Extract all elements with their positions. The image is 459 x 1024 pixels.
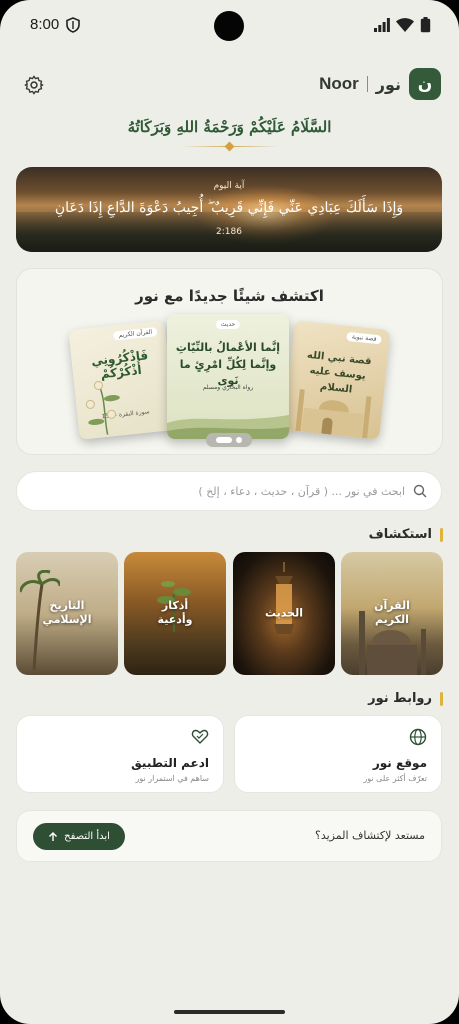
explore-more-banner: مستعد لإكتشاف المزيد؟ ابدأ التصفح [16, 810, 442, 862]
hadith-card-source: رواه البخاري ومسلم [202, 384, 254, 391]
website-link-card[interactable]: موقع نور تعرّف أكثر على نور [234, 715, 442, 793]
support-link-subtitle: ساهم في استمرار نور [135, 774, 210, 783]
verse-text: وَإِذَا سَأَلَكَ عِبَادِي عَنِّي فَإِنِّ… [54, 200, 404, 216]
tile-history[interactable]: التاريخ الإسلامي [16, 552, 118, 675]
section-accent-bar [440, 527, 443, 542]
discover-carousel[interactable]: اكتشف شيئًا جديدًا مع نور القرآن الكريم … [16, 268, 443, 455]
search-icon [413, 484, 427, 498]
quran-card[interactable]: القرآن الكريم فَاذْكُرُونِي أَذْكُرْكُمْ… [68, 320, 176, 440]
explore-title-text: استكشاف [368, 527, 432, 542]
website-link-subtitle: تعرّف أكثر على نور [363, 774, 427, 783]
discover-title: اكتشف شيئًا جديدًا مع نور [135, 287, 324, 305]
tile-adhkar-label: أذكار وأدعية [157, 598, 193, 627]
links-title-text: روابط نور [368, 691, 432, 706]
tile-hadith-label: الحديث [265, 606, 303, 620]
app-logo: ن [409, 68, 441, 100]
globe-icon [409, 728, 427, 746]
battery-icon [420, 17, 431, 33]
tile-hadith[interactable]: الحديث [233, 552, 335, 675]
settings-gear-icon[interactable] [23, 74, 45, 96]
pager-dot-active [216, 437, 232, 443]
pager-dot [236, 437, 242, 443]
status-bar: 8:00 [0, 0, 459, 52]
section-accent-bar [440, 691, 443, 706]
brand-name-ar: نور [375, 74, 401, 94]
story-card-tag: قصة نبوية [346, 331, 382, 345]
shield-icon [66, 17, 80, 33]
home-indicator[interactable] [174, 1010, 285, 1014]
explore-more-text: مستعد لإكتشاف المزيد؟ [314, 829, 425, 842]
camera-cutout [214, 11, 244, 41]
signal-icon [374, 18, 390, 32]
greeting-text: السَّلَامُ عَلَيْكُمْ وَرَحْمَةُ اللهِ و… [127, 118, 332, 136]
brand-divider [366, 76, 368, 92]
status-time: 8:00 [30, 16, 60, 33]
start-browsing-label: ابدأ التصفح [64, 831, 110, 842]
carousel-pager[interactable] [206, 433, 252, 447]
prophet-story-card[interactable]: قصة نبوية قصة نبي الله يوسف عليه السلام [283, 320, 391, 440]
hadith-card[interactable]: حديث إنَّما الأعْمالُ بالنِّيّاتِ وإنَّم… [167, 314, 289, 439]
links-section-title: روابط نور [368, 691, 443, 706]
start-browsing-button[interactable]: ابدأ التصفح [33, 823, 125, 850]
hadith-card-tag: حديث [215, 320, 241, 329]
verse-of-day-card[interactable]: آية اليوم وَإِذَا سَأَلَكَ عِبَادِي عَنِ… [16, 167, 442, 252]
quran-card-tag: القرآن الكريم [113, 327, 158, 341]
support-link-title: ادعم التطبيق [131, 756, 209, 770]
search-input[interactable] [45, 484, 405, 498]
website-link-title: موقع نور [372, 756, 427, 770]
tile-adhkar[interactable]: أذكار وأدعية [124, 552, 226, 675]
heart-handshake-icon [191, 729, 209, 744]
hadith-card-text: إنَّما الأعْمالُ بالنِّيّاتِ وإنَّما لِك… [175, 341, 281, 387]
wifi-icon [396, 18, 414, 32]
app-screen: 8:00 Noor نور ن السَّلَامُ عَلَيْكُمْ وَ… [0, 0, 459, 1024]
support-link-card[interactable]: ادعم التطبيق ساهم في استمرار نور [16, 715, 224, 793]
tile-quran[interactable]: القرآن الكريم [341, 552, 443, 675]
app-brand: Noor نور ن [319, 68, 441, 100]
verse-label: آية اليوم [213, 181, 245, 191]
tile-history-label: التاريخ الإسلامي [42, 598, 92, 627]
brand-name-en: Noor [319, 74, 359, 93]
flower-illustration [85, 380, 120, 435]
mosque-illustration [295, 389, 372, 439]
status-icons [374, 17, 431, 33]
verse-reference: 2:186 [216, 227, 242, 237]
explore-section-title: استكشاف [369, 527, 443, 542]
search-bar[interactable] [16, 471, 442, 511]
tile-quran-label: القرآن الكريم [374, 598, 410, 627]
diamond-ornament [224, 141, 235, 152]
arrow-up-icon [49, 831, 58, 841]
